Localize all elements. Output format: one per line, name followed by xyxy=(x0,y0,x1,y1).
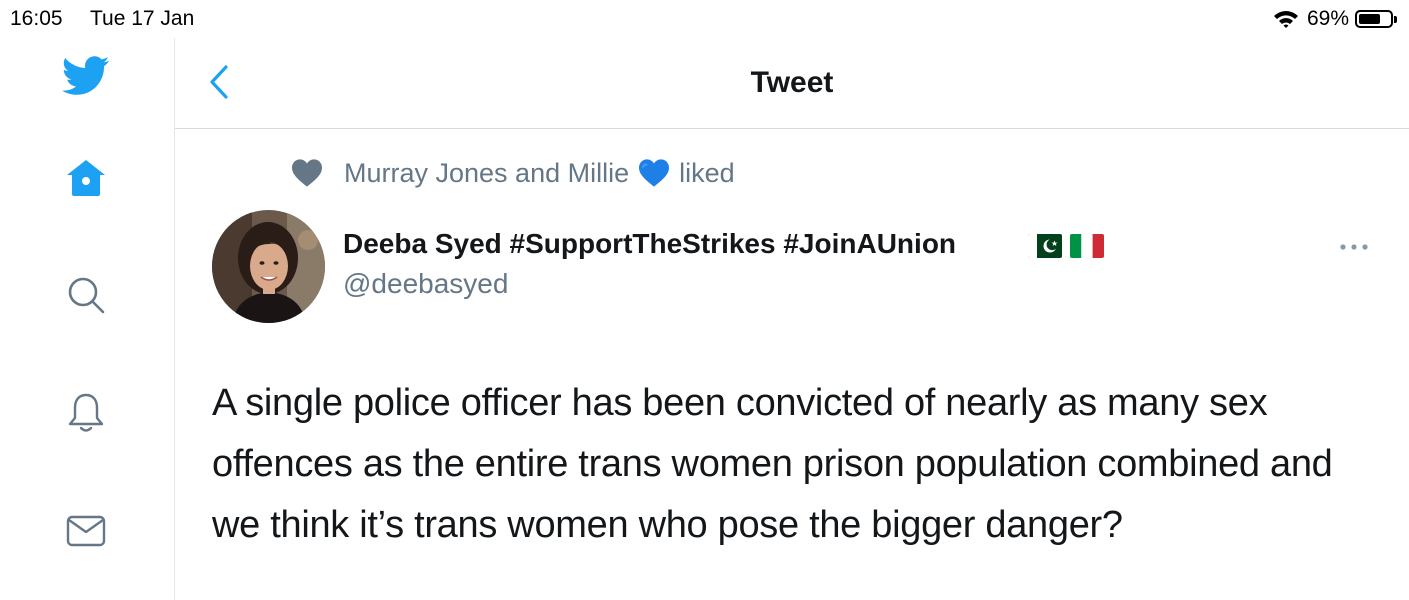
mail-icon[interactable] xyxy=(62,507,110,555)
status-bar: 16:05 Tue 17 Jan 69% xyxy=(0,0,1409,38)
avatar[interactable] xyxy=(212,210,325,323)
status-time: 16:05 xyxy=(10,7,63,30)
battery-percent: 69% xyxy=(1306,7,1349,30)
italy-flag-icon xyxy=(1070,234,1104,258)
pakistan-flag-icon xyxy=(1028,234,1062,258)
liked-label: liked xyxy=(679,157,735,188)
battery-icon xyxy=(1355,10,1393,28)
author-name[interactable]: Deeba Syed #SupportTheStrikes #JoinAUnio… xyxy=(343,228,956,260)
more-options-button[interactable] xyxy=(1336,232,1372,262)
author-handle[interactable]: @deebasyed xyxy=(343,268,508,300)
blue-heart-emoji-icon xyxy=(639,159,670,187)
page-header: Tweet xyxy=(175,38,1409,129)
social-context[interactable]: Murray Jones and Millie liked xyxy=(290,155,735,191)
search-icon[interactable] xyxy=(62,271,110,319)
status-date: Tue 17 Jan xyxy=(90,7,195,30)
tweet-text: A single police officer has been convict… xyxy=(212,382,1333,546)
author-flags xyxy=(1028,234,1112,258)
wifi-icon xyxy=(1273,11,1298,28)
liked-by-names: Murray Jones and Millie xyxy=(344,157,630,188)
battery-tip xyxy=(1394,15,1397,23)
battery-level xyxy=(1359,14,1380,24)
heart-icon xyxy=(292,159,322,187)
home-icon[interactable] xyxy=(62,154,110,202)
bell-icon[interactable] xyxy=(62,389,110,437)
page-title: Tweet xyxy=(750,66,834,99)
sidebar-nav xyxy=(0,38,175,600)
more-dots-icon xyxy=(1340,244,1368,250)
status-indicators: 69% xyxy=(1273,6,1397,32)
twitter-bird-icon[interactable] xyxy=(62,52,110,100)
